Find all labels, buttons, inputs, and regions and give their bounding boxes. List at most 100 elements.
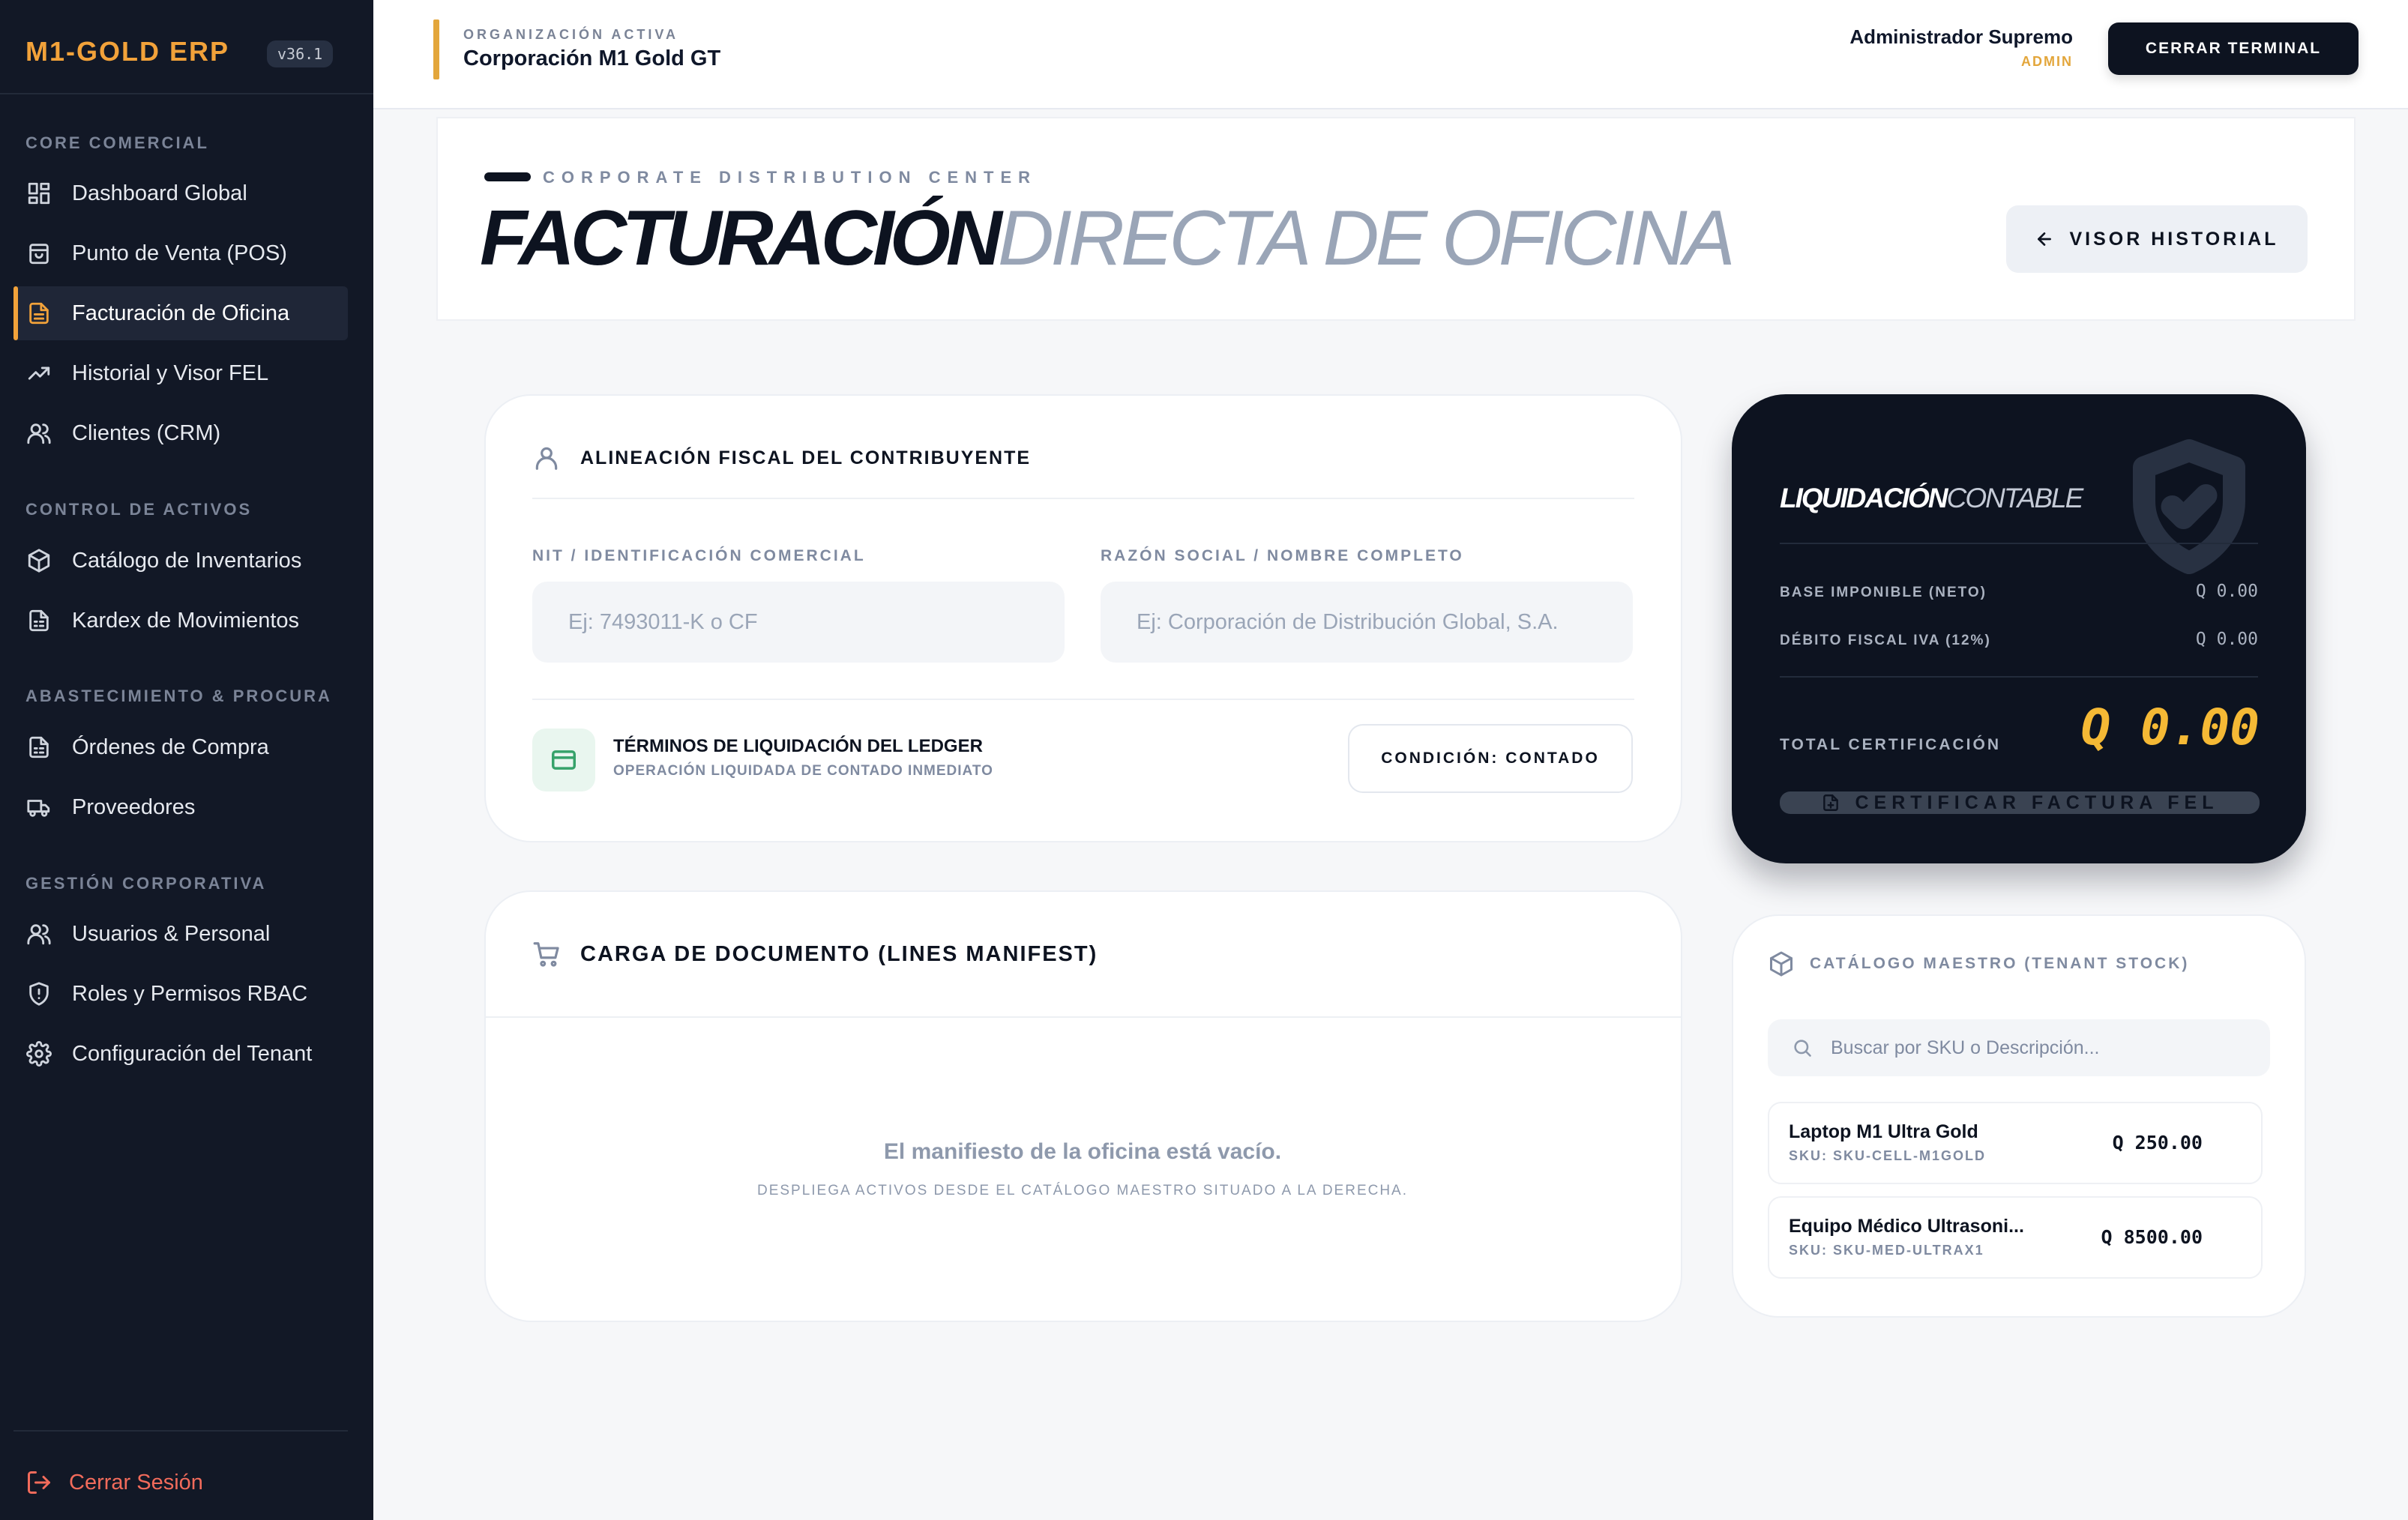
arrow-left-icon: [2038, 232, 2052, 246]
summary-divider: [1780, 543, 2258, 544]
org-label: ORGANIZACIÓN ACTIVA: [463, 27, 678, 42]
box-icon: [25, 547, 52, 574]
terms-title: TÉRMINOS DE LIQUIDACIÓN DEL LEDGER: [613, 736, 983, 756]
sidebar-item-office-billing[interactable]: Facturación de Oficina: [13, 286, 348, 340]
org-name: Corporación M1 Gold GT: [463, 46, 721, 70]
sidebar-item-inventory[interactable]: Catálogo de Inventarios: [13, 534, 348, 588]
terms-subtitle: OPERACIÓN LIQUIDADA DE CONTADO INMEDIATO: [613, 763, 993, 779]
dashboard-icon: [25, 180, 52, 207]
product-price: Q 250.00: [2112, 1132, 2203, 1153]
settlement-summary-card: LIQUIDACIÓNCONTABLE BASE IMPONIBLE (NETO…: [1732, 394, 2306, 863]
sidebar-item-history[interactable]: Historial y Visor FEL: [13, 346, 348, 400]
product-name: Laptop M1 Ultra Gold: [1789, 1121, 1978, 1142]
total-value: Q 0.00: [2080, 699, 2260, 756]
user-role-badge: ADMIN: [2021, 54, 2073, 69]
sidebar-item-pos[interactable]: Punto de Venta (POS): [13, 226, 348, 280]
search-icon: [1794, 1040, 1811, 1057]
history-viewer-button[interactable]: VISOR HISTORIAL: [2006, 205, 2308, 273]
base-amount-label: BASE IMPONIBLE (NETO): [1780, 585, 1987, 600]
catalog-product-item[interactable]: Equipo Médico Ultrasoni... SKU: SKU-MED-…: [1768, 1196, 2263, 1279]
nit-label: NIT / IDENTIFICACIÓN COMERCIAL: [532, 547, 866, 564]
sidebar-item-suppliers[interactable]: Proveedores: [13, 780, 348, 834]
cart-icon: [533, 942, 559, 967]
document-icon: [25, 300, 52, 327]
total-label: TOTAL CERTIFICACIÓN: [1780, 736, 2001, 753]
logout-button[interactable]: Cerrar Sesión: [25, 1469, 203, 1496]
summary-divider: [1780, 676, 2258, 678]
close-terminal-button[interactable]: CERRAR TERMINAL: [2108, 22, 2359, 75]
truck-icon: [25, 794, 52, 821]
summary-title: LIQUIDACIÓNCONTABLE: [1780, 483, 2084, 514]
business-name-input[interactable]: Ej: Corporación de Distribución Global, …: [1101, 582, 1633, 663]
sidebar-item-label: Kardex de Movimientos: [72, 608, 300, 633]
sidebar: M1-GOLD ERP v36.1 CORE COMERCIAL Dashboa…: [0, 0, 373, 1520]
sidebar-item-clients[interactable]: Clientes (CRM): [13, 406, 348, 460]
fiscal-title-text: ALINEACIÓN FISCAL DEL CONTRIBUYENTE: [580, 447, 1032, 468]
nav-section-core: CORE COMERCIAL: [25, 133, 209, 152]
users-icon: [25, 920, 52, 947]
title-accent-bar: [484, 172, 531, 181]
users-icon: [25, 420, 52, 447]
sidebar-item-label: Clientes (CRM): [72, 420, 221, 445]
certify-button-label: CERTIFICAR FACTURA FEL: [1855, 791, 2219, 813]
user-name: Administrador Supremo: [1849, 25, 2073, 48]
sidebar-item-label: Punto de Venta (POS): [72, 241, 287, 265]
page-title: FACTURACIÓNDIRECTA DE OFICINA: [480, 195, 1736, 282]
sidebar-item-label: Catálogo de Inventarios: [72, 548, 302, 573]
gear-icon: [25, 1040, 52, 1067]
sidebar-item-label: Historial y Visor FEL: [72, 361, 269, 385]
sidebar-divider: [13, 1430, 348, 1432]
history-button-label: VISOR HISTORIAL: [2069, 228, 2279, 250]
product-sku: SKU: SKU-MED-ULTRAX1: [1789, 1243, 1984, 1258]
catalog-title: CATÁLOGO MAESTRO (TENANT STOCK): [1768, 950, 2189, 977]
page-title-bold: FACTURACIÓN: [480, 195, 1002, 282]
logout-label: Cerrar Sesión: [69, 1470, 203, 1495]
page-title-light: DIRECTA DE OFICINA: [997, 195, 1736, 282]
empty-manifest-title: El manifiesto de la oficina está vacío.: [883, 1139, 1282, 1164]
sidebar-item-kardex[interactable]: Kardex de Movimientos: [13, 594, 348, 648]
sidebar-item-roles[interactable]: Roles y Permisos RBAC: [13, 967, 348, 1021]
base-amount-value: Q 0.00: [2195, 582, 2258, 601]
version-badge: v36.1: [267, 40, 334, 67]
nav-section-procurement: ABASTECIMIENTO & PROCURA: [25, 687, 332, 705]
manifest-card-title: CARGA DE DOCUMENTO (LINES MANIFEST): [532, 940, 1098, 968]
catalog-search-input[interactable]: Buscar por SKU o Descripción...: [1768, 1019, 2270, 1076]
sidebar-item-label: Roles y Permisos RBAC: [72, 981, 308, 1006]
sidebar-item-settings[interactable]: Configuración del Tenant: [13, 1027, 348, 1081]
credit-card-icon: [552, 750, 576, 770]
nav-section-assets: CONTROL DE ACTIVOS: [25, 500, 253, 519]
sidebar-item-label: Proveedores: [72, 794, 196, 819]
product-price: Q 8500.00: [2101, 1226, 2203, 1248]
file-plus-icon: [1822, 794, 1838, 811]
payment-condition-button[interactable]: CONDICIÓN: CONTADO: [1348, 724, 1633, 793]
user-icon: [535, 447, 558, 470]
fiscal-card-title: ALINEACIÓN FISCAL DEL CONTRIBUYENTE: [532, 444, 1031, 472]
brand-logo: M1-GOLD ERP: [25, 36, 230, 67]
sidebar-item-dashboard[interactable]: Dashboard Global: [13, 166, 348, 220]
terms-icon-box: [532, 729, 595, 791]
sidebar-item-label: Dashboard Global: [72, 181, 247, 205]
summary-title-bold: LIQUIDACIÓN: [1780, 483, 1948, 513]
manifest-divider: [486, 1016, 1681, 1018]
empty-manifest-subtitle: DESPLIEGA ACTIVOS DESDE EL CATÁLOGO MAES…: [756, 1183, 1409, 1198]
certify-invoice-button[interactable]: CERTIFICAR FACTURA FEL: [1780, 791, 2260, 814]
business-name-label: RAZÓN SOCIAL / NOMBRE COMPLETO: [1101, 547, 1464, 564]
file-list-icon: [25, 607, 52, 634]
manifest-title-text: CARGA DE DOCUMENTO (LINES MANIFEST): [580, 941, 1098, 966]
product-sku: SKU: SKU-CELL-M1GOLD: [1789, 1148, 1986, 1163]
trending-up-icon: [25, 360, 52, 387]
summary-title-light: CONTABLE: [1946, 483, 2084, 513]
vat-label: DÉBITO FISCAL IVA (12%): [1780, 633, 1991, 648]
vat-value: Q 0.00: [2195, 630, 2258, 649]
sidebar-item-purchase-orders[interactable]: Órdenes de Compra: [13, 720, 348, 774]
fiscal-divider: [532, 498, 1634, 499]
sidebar-item-label: Usuarios & Personal: [72, 921, 271, 946]
box-icon: [1770, 951, 1793, 977]
nit-input[interactable]: Ej: 7493011-K o CF: [532, 582, 1065, 663]
sidebar-item-users[interactable]: Usuarios & Personal: [13, 907, 348, 961]
sidebar-item-label: Órdenes de Compra: [72, 735, 269, 759]
fiscal-divider: [532, 699, 1634, 700]
catalog-product-item[interactable]: Laptop M1 Ultra Gold SKU: SKU-CELL-M1GOL…: [1768, 1102, 2263, 1184]
org-accent-bar: [433, 19, 439, 79]
nav-section-corporate: GESTIÓN CORPORATIVA: [25, 874, 267, 893]
